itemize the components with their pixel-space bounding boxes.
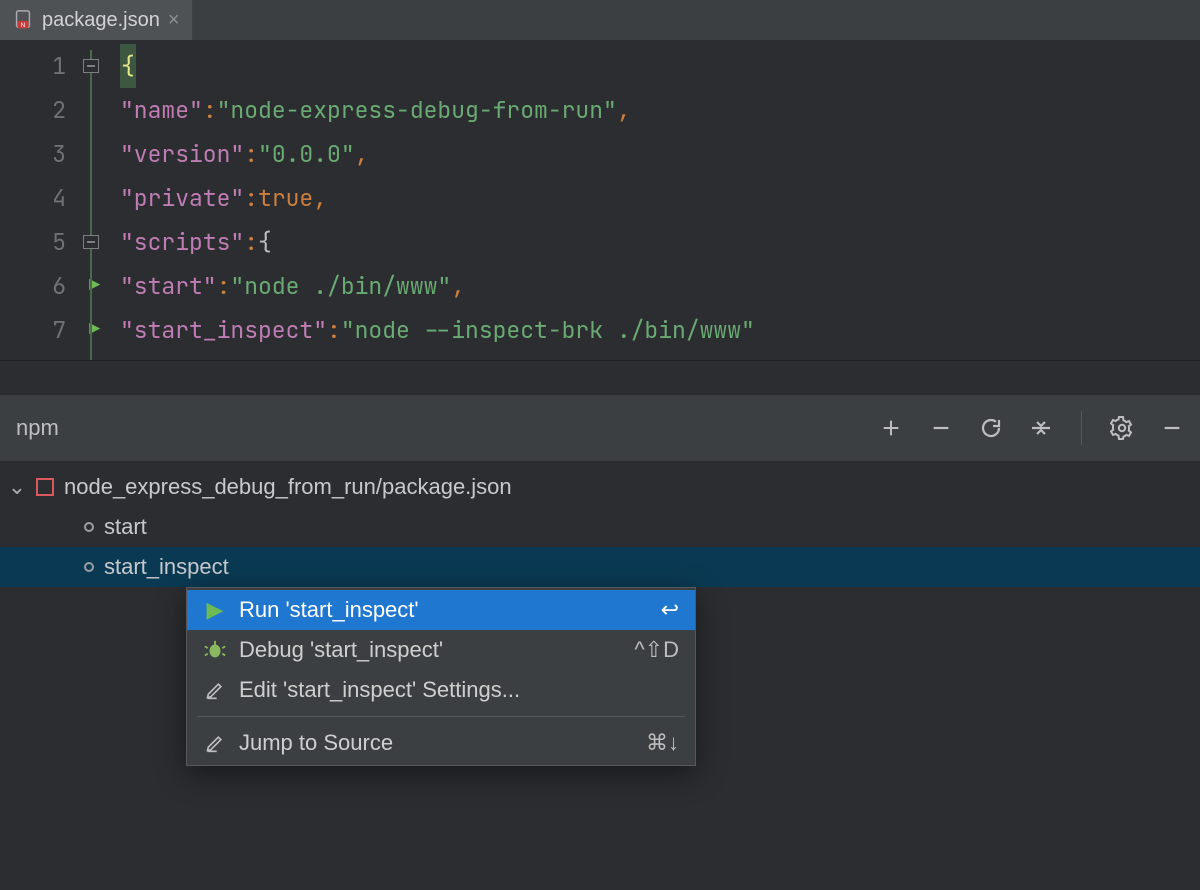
pencil-icon bbox=[203, 733, 227, 753]
npm-scripts-tree[interactable]: ⌄ node_express_debug_from_run/package.js… bbox=[0, 461, 1200, 587]
close-tab-icon[interactable]: × bbox=[168, 9, 180, 32]
npm-toolbar bbox=[877, 411, 1186, 445]
gutter[interactable]: 1 2 3 4 5 6▶ 7▶ 8 bbox=[0, 40, 80, 360]
tab-filename: package.json bbox=[42, 9, 160, 32]
line-number: 8 bbox=[52, 352, 66, 360]
chevron-down-icon[interactable]: ⌄ bbox=[8, 474, 26, 500]
bug-icon bbox=[203, 639, 227, 661]
ctx-menu-separator bbox=[197, 716, 685, 717]
hide-panel-icon[interactable] bbox=[1158, 414, 1186, 442]
ctx-menu-label: Debug 'start_inspect' bbox=[239, 637, 443, 663]
fold-toggle-icon[interactable] bbox=[83, 235, 99, 249]
script-label: start_inspect bbox=[104, 554, 229, 580]
npm-tool-window: npm ⌄ node_express_debug_from_run/packag… bbox=[0, 360, 1200, 890]
ctx-menu-edit-settings[interactable]: Edit 'start_inspect' Settings... bbox=[187, 670, 695, 710]
ctx-menu-run[interactable]: ▶ Run 'start_inspect' ↩ bbox=[187, 590, 695, 630]
fold-gutter[interactable] bbox=[80, 40, 114, 360]
line-number: 6 bbox=[52, 264, 66, 308]
code-text[interactable]: { "name": "node-express-debug-from-run",… bbox=[114, 40, 1200, 360]
add-icon[interactable] bbox=[877, 414, 905, 442]
ctx-menu-shortcut: ⌘↓ bbox=[646, 730, 679, 756]
package-json-icon bbox=[36, 478, 54, 496]
script-bullet-icon bbox=[84, 562, 94, 572]
editor-body[interactable]: 1 2 3 4 5 6▶ 7▶ 8 { "name": "node-expres… bbox=[0, 40, 1200, 360]
ctx-menu-shortcut: ^⇧D bbox=[634, 637, 679, 663]
pencil-icon bbox=[203, 680, 227, 700]
ctx-menu-label: Edit 'start_inspect' Settings... bbox=[239, 677, 520, 703]
script-label: start bbox=[104, 514, 147, 540]
tab-bar: N package.json × bbox=[0, 0, 1200, 40]
svg-text:N: N bbox=[21, 22, 26, 29]
run-icon: ▶ bbox=[203, 597, 227, 623]
file-tab-package-json[interactable]: N package.json × bbox=[0, 0, 193, 40]
settings-gear-icon[interactable] bbox=[1108, 414, 1136, 442]
fold-toggle-icon[interactable] bbox=[83, 59, 99, 73]
toolbar-separator bbox=[1081, 411, 1082, 445]
line-number: 7 bbox=[52, 308, 66, 352]
context-menu: ▶ Run 'start_inspect' ↩ Debug 'start_ins… bbox=[186, 587, 696, 766]
line-number: 3 bbox=[52, 132, 66, 176]
npm-file-icon: N bbox=[12, 9, 34, 31]
line-number: 2 bbox=[52, 88, 66, 132]
editor-pane: N package.json × 1 2 3 4 5 6▶ 7▶ 8 { "na bbox=[0, 0, 1200, 360]
line-number: 5 bbox=[52, 220, 66, 264]
line-number: 1 bbox=[52, 44, 66, 88]
npm-panel-header: npm bbox=[0, 395, 1200, 461]
script-item-start[interactable]: start bbox=[0, 507, 1200, 547]
ctx-menu-shortcut: ↩ bbox=[661, 597, 679, 623]
tree-root-package-json[interactable]: ⌄ node_express_debug_from_run/package.js… bbox=[0, 467, 1200, 507]
script-bullet-icon bbox=[84, 522, 94, 532]
ctx-menu-label: Run 'start_inspect' bbox=[239, 597, 419, 623]
refresh-icon[interactable] bbox=[977, 414, 1005, 442]
ctx-menu-label: Jump to Source bbox=[239, 730, 393, 756]
remove-icon[interactable] bbox=[927, 414, 955, 442]
npm-panel-title: npm bbox=[14, 415, 59, 441]
collapse-all-icon[interactable] bbox=[1027, 414, 1055, 442]
tree-root-label: node_express_debug_from_run/package.json bbox=[64, 474, 512, 500]
ctx-menu-debug[interactable]: Debug 'start_inspect' ^⇧D bbox=[187, 630, 695, 670]
line-number: 4 bbox=[52, 176, 66, 220]
ctx-menu-jump-to-source[interactable]: Jump to Source ⌘↓ bbox=[187, 723, 695, 763]
script-item-start-inspect[interactable]: start_inspect bbox=[0, 547, 1200, 587]
